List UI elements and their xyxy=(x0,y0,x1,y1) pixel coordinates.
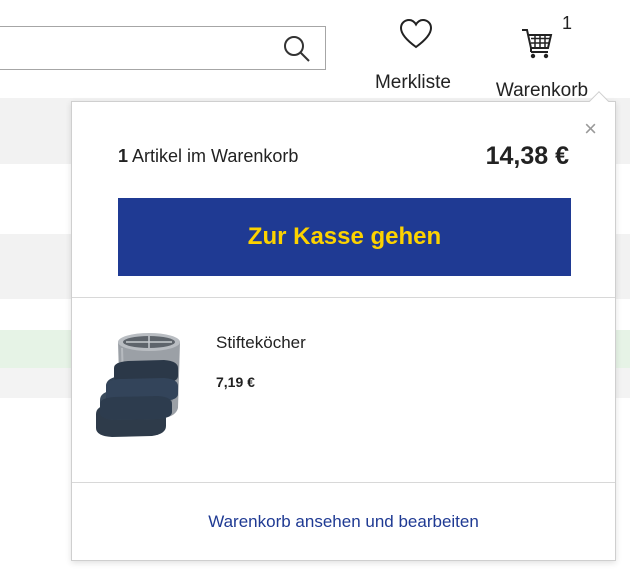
cart-label: Warenkorb xyxy=(495,80,589,101)
cart-total: 14,38 € xyxy=(485,142,569,170)
pen-holder-image[interactable] xyxy=(94,328,186,438)
close-icon[interactable]: × xyxy=(584,118,597,140)
wishlist-label: Merkliste xyxy=(374,72,451,93)
cart-icon xyxy=(522,29,553,59)
divider xyxy=(72,297,615,298)
heart-icon xyxy=(399,18,433,49)
cart-count-text: Artikel im Warenkorb xyxy=(128,146,299,166)
search-input[interactable] xyxy=(0,26,326,70)
cart-item-name[interactable]: Stifteköcher xyxy=(216,333,306,353)
cart-count-badge: 1 xyxy=(554,10,580,36)
wishlist-button[interactable]: Merkliste xyxy=(364,18,462,98)
divider xyxy=(72,482,615,483)
cart-item-count: 1 Artikel im Warenkorb xyxy=(118,146,298,167)
checkout-button[interactable]: Zur Kasse gehen xyxy=(118,198,571,276)
cart-item-price: 7,19 € xyxy=(216,374,255,390)
view-cart-link[interactable]: Warenkorb ansehen und bearbeiten xyxy=(72,512,615,532)
search-icon[interactable] xyxy=(283,35,311,63)
cart-count-number: 1 xyxy=(118,146,129,166)
mini-cart-dropdown: × 1 Artikel im Warenkorb 14,38 € Zur Kas… xyxy=(71,91,616,561)
cart-button[interactable]: 1 Warenkorb xyxy=(482,10,602,101)
